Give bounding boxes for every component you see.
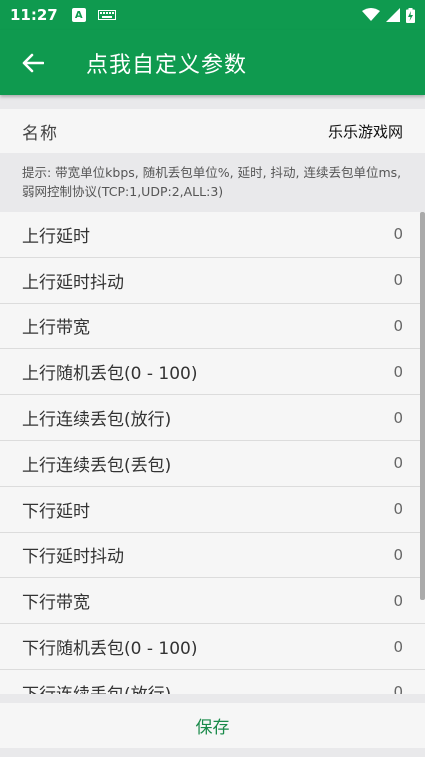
item-value: 0 bbox=[393, 591, 403, 610]
item-value: 0 bbox=[393, 225, 403, 244]
signal-icon bbox=[386, 8, 400, 22]
keyboard-icon bbox=[97, 10, 116, 20]
name-row[interactable]: 名称 乐乐游戏网 bbox=[0, 109, 425, 153]
list-item-downlink-bandwidth[interactable]: 下行带宽 0 bbox=[0, 578, 425, 625]
bottom-bar: 保存 bbox=[0, 703, 425, 748]
item-label: 上行带宽 bbox=[22, 318, 90, 339]
status-bar: 11:27 A bbox=[0, 0, 425, 30]
save-button[interactable]: 保存 bbox=[196, 713, 230, 738]
item-label: 上行连续丢包(丢包) bbox=[22, 455, 172, 476]
list-item-downlink-jitter[interactable]: 下行延时抖动 0 bbox=[0, 533, 425, 579]
wifi-icon bbox=[362, 8, 380, 21]
list-item-downlink-random-loss[interactable]: 下行随机丢包(0 - 100) 0 bbox=[0, 624, 425, 670]
item-value: 0 bbox=[393, 362, 403, 381]
app-bar: 点我自定义参数 bbox=[0, 30, 425, 95]
item-label: 下行延时抖动 bbox=[22, 547, 124, 568]
item-value: 0 bbox=[393, 316, 403, 335]
app-notification-icon: A bbox=[71, 8, 86, 22]
back-button[interactable] bbox=[0, 30, 66, 95]
item-label: 下行带宽 bbox=[22, 593, 90, 614]
item-value: 0 bbox=[393, 454, 403, 473]
item-value: 0 bbox=[393, 500, 403, 519]
item-value: 0 bbox=[393, 683, 403, 694]
hint-text: 提示: 带宽单位kbps, 随机丢包单位%, 延时, 抖动, 连续丢包单位ms,… bbox=[22, 165, 402, 199]
arrow-left-icon bbox=[22, 53, 44, 72]
item-value: 0 bbox=[393, 545, 403, 564]
list-item-uplink-burst-pass[interactable]: 上行连续丢包(放行) 0 bbox=[0, 395, 425, 441]
item-label: 上行延时 bbox=[22, 226, 90, 247]
list-item-uplink-jitter[interactable]: 上行延时抖动 0 bbox=[0, 258, 425, 304]
item-label: 上行随机丢包(0 - 100) bbox=[22, 364, 198, 385]
page-title: 点我自定义参数 bbox=[86, 52, 248, 78]
item-value: 0 bbox=[393, 408, 403, 427]
scrollbar[interactable] bbox=[420, 212, 425, 600]
status-icons bbox=[362, 7, 415, 23]
name-label: 名称 bbox=[22, 123, 58, 144]
item-value: 0 bbox=[393, 271, 403, 290]
list-item-downlink-burst-pass[interactable]: 下行连续丢包(放行) 0 bbox=[0, 670, 425, 694]
battery-charging-icon bbox=[406, 7, 415, 23]
name-value[interactable]: 乐乐游戏网 bbox=[328, 121, 403, 142]
status-time: 11:27 bbox=[10, 6, 58, 24]
item-label: 上行连续丢包(放行) bbox=[22, 410, 172, 431]
list-item-uplink-burst-drop[interactable]: 上行连续丢包(丢包) 0 bbox=[0, 441, 425, 487]
list-item-downlink-delay[interactable]: 下行延时 0 bbox=[0, 487, 425, 533]
item-label: 下行延时 bbox=[22, 501, 90, 522]
list-item-uplink-random-loss[interactable]: 上行随机丢包(0 - 100) 0 bbox=[0, 349, 425, 396]
item-label: 下行连续丢包(放行) bbox=[22, 680, 171, 694]
item-label: 上行延时抖动 bbox=[22, 272, 124, 293]
item-label: 下行随机丢包(0 - 100) bbox=[22, 639, 198, 660]
parameter-list[interactable]: 上行延时 0 上行延时抖动 0 上行带宽 0 上行随机丢包(0 - 100) 0… bbox=[0, 212, 425, 694]
list-item-uplink-bandwidth[interactable]: 上行带宽 0 bbox=[0, 304, 425, 350]
list-item-uplink-delay[interactable]: 上行延时 0 bbox=[0, 212, 425, 258]
item-value: 0 bbox=[393, 637, 403, 656]
